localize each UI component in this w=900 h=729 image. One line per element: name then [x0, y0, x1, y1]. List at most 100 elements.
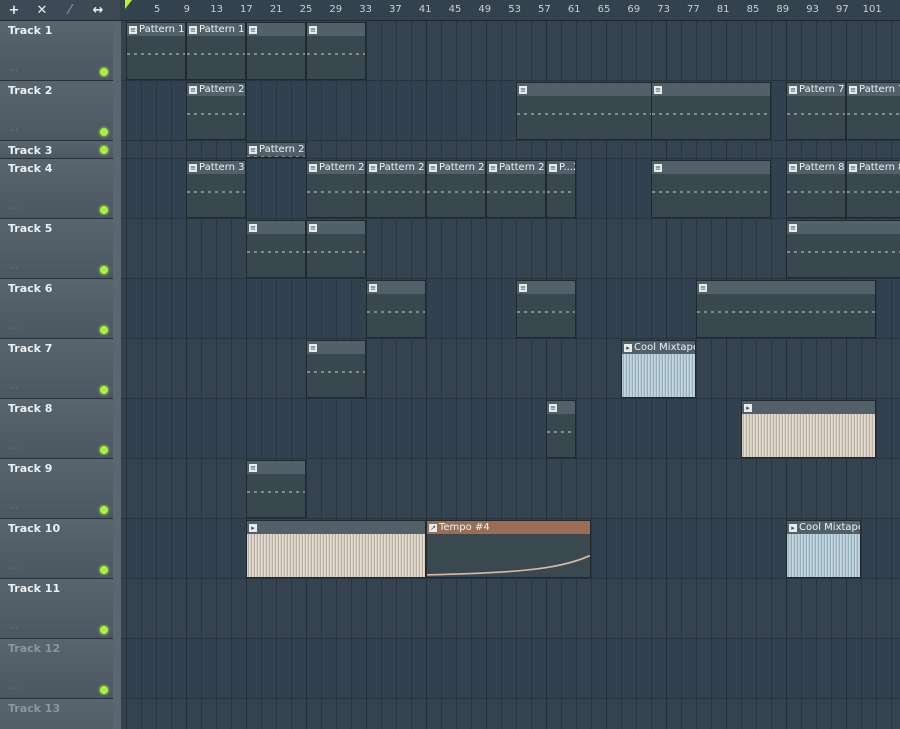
pattern-clip[interactable]: ≡ Pattern 8: [786, 160, 846, 218]
clip-header[interactable]: ≡ Pattern 2: [427, 161, 485, 174]
playhead-marker-icon[interactable]: [125, 0, 132, 9]
track-lane[interactable]: [121, 141, 900, 159]
track-header[interactable]: Track 7 ···: [0, 339, 113, 399]
audio-clip[interactable]: ▸ Cool Mixtape: [621, 340, 696, 398]
track-enable-led-icon[interactable]: [100, 506, 108, 514]
clip-header[interactable]: ≡ Pattern 7: [787, 83, 845, 96]
track-enable-led-icon[interactable]: [100, 68, 108, 76]
clip-header[interactable]: ▸ Cool Mixtape: [622, 341, 695, 354]
clip-header[interactable]: ▸: [247, 521, 425, 534]
clip-header[interactable]: ≡: [307, 221, 365, 234]
clip-header[interactable]: ≡ Pattern 2: [247, 143, 305, 156]
pattern-clip[interactable]: ≡: [246, 220, 306, 278]
pattern-clip[interactable]: ≡: [651, 160, 771, 218]
track-header[interactable]: Track 9 ···: [0, 459, 113, 519]
track-header[interactable]: Track 3: [0, 141, 113, 159]
track-enable-led-icon[interactable]: [100, 326, 108, 334]
pattern-clip[interactable]: ≡ Pattern 1: [186, 22, 246, 80]
pattern-clip[interactable]: ≡ Pattern 8: [846, 160, 900, 218]
clip-header[interactable]: ≡: [652, 83, 770, 96]
clip-header[interactable]: ≡ Pattern 1: [127, 23, 185, 36]
track-lane[interactable]: [121, 339, 900, 399]
track-lane[interactable]: [121, 639, 900, 699]
clip-header[interactable]: ▸ Cool Mixtape: [787, 521, 860, 534]
pattern-clip[interactable]: ≡: [546, 400, 576, 458]
clip-header[interactable]: ≡ Pattern 8: [847, 161, 900, 174]
track-lane[interactable]: [121, 699, 900, 729]
clip-header[interactable]: ≡: [307, 341, 365, 354]
clip-header[interactable]: ▸: [742, 401, 875, 414]
clip-header[interactable]: ≡: [787, 221, 900, 234]
track-header[interactable]: Track 8 ···: [0, 399, 113, 459]
clip-header[interactable]: ≡: [247, 23, 305, 36]
clip-header[interactable]: ≡: [247, 221, 305, 234]
clip-header[interactable]: ≡ Pattern 2: [487, 161, 545, 174]
pattern-clip[interactable]: ≡ Pattern 7: [786, 82, 846, 140]
pattern-clip[interactable]: ≡ Pattern 3: [186, 160, 246, 218]
track-lane[interactable]: [121, 459, 900, 519]
resize-tool-button[interactable]: ↔: [84, 0, 112, 20]
track-header[interactable]: Track 11 ···: [0, 579, 113, 639]
audio-clip[interactable]: ▸: [741, 400, 876, 458]
clip-header[interactable]: ≡ Pattern 2: [187, 83, 245, 96]
delete-tool-button[interactable]: ✕: [28, 0, 56, 20]
clip-header[interactable]: ≡ Pattern 2: [367, 161, 425, 174]
pattern-clip[interactable]: ≡: [516, 280, 576, 338]
pattern-clip[interactable]: ≡: [306, 22, 366, 80]
draw-tool-button[interactable]: ⁄: [56, 0, 84, 20]
track-enable-led-icon[interactable]: [100, 386, 108, 394]
clip-header[interactable]: ≡P...2: [547, 161, 575, 174]
track-enable-led-icon[interactable]: [100, 206, 108, 214]
pattern-clip[interactable]: ≡: [306, 220, 366, 278]
pattern-clip[interactable]: ≡ Pattern 2: [426, 160, 486, 218]
pattern-clip[interactable]: ≡ Pattern 2: [246, 142, 306, 158]
clip-header[interactable]: ≡ Pattern 1: [187, 23, 245, 36]
track-header[interactable]: Track 2 ···: [0, 81, 113, 141]
clip-header[interactable]: ≡: [517, 281, 575, 294]
track-enable-led-icon[interactable]: [100, 626, 108, 634]
pattern-clip[interactable]: ≡ Pattern 2: [366, 160, 426, 218]
timeline-ruler[interactable]: 5 9 13 17 21 25 29 33 37 41 45 49 53 57 61 65 69 73 77 81 85…: [120, 0, 900, 21]
clip-header[interactable]: ≡: [652, 161, 770, 174]
track-enable-led-icon[interactable]: [100, 146, 108, 154]
track-header[interactable]: Track 5 ···: [0, 219, 113, 279]
clip-header[interactable]: ≡: [547, 401, 575, 414]
clip-header[interactable]: ≡: [307, 23, 365, 36]
track-header[interactable]: Track 4 ···: [0, 159, 113, 219]
track-header[interactable]: Track 13···: [0, 699, 113, 729]
track-enable-led-icon[interactable]: [100, 128, 108, 136]
clip-header[interactable]: ↗ Tempo #4: [427, 521, 590, 534]
pattern-clip[interactable]: ≡: [786, 220, 900, 278]
track-header[interactable]: Track 12 ···: [0, 639, 113, 699]
audio-clip[interactable]: ▸ Cool Mixtape: [786, 520, 861, 578]
track-enable-led-icon[interactable]: [100, 446, 108, 454]
pattern-clip[interactable]: ≡: [306, 340, 366, 398]
pattern-clip[interactable]: ≡: [246, 460, 306, 518]
clip-header[interactable]: ≡ Pattern 3: [187, 161, 245, 174]
clip-header[interactable]: ≡ Pattern 8: [787, 161, 845, 174]
clip-header[interactable]: ≡ Pattern 7: [847, 83, 900, 96]
track-header[interactable]: Track 10 ···: [0, 519, 113, 579]
pattern-clip[interactable]: ≡ Pattern 1: [126, 22, 186, 80]
pattern-clip[interactable]: ≡: [366, 280, 426, 338]
pattern-clip[interactable]: ≡: [696, 280, 876, 338]
pattern-clip[interactable]: ≡: [651, 82, 771, 140]
add-track-button[interactable]: +: [0, 0, 28, 20]
clip-header[interactable]: ≡: [697, 281, 875, 294]
track-header[interactable]: Track 1 ···: [0, 21, 113, 81]
pattern-clip[interactable]: ≡ Pattern 2: [306, 160, 366, 218]
track-lane[interactable]: [121, 579, 900, 639]
audio-clip[interactable]: ▸: [246, 520, 426, 578]
track-enable-led-icon[interactable]: [100, 266, 108, 274]
clip-header[interactable]: ≡: [247, 461, 305, 474]
arrangement-grid[interactable]: ≡ Pattern 1 ≡ Pattern 1 ≡ ≡ ≡ Pattern 2 ≡ ≡ ≡ Patte…: [121, 21, 900, 729]
automation-clip[interactable]: ↗ Tempo #4: [426, 520, 591, 578]
pattern-clip[interactable]: ≡P...2: [546, 160, 576, 218]
clip-header[interactable]: ≡: [367, 281, 425, 294]
track-enable-led-icon[interactable]: [100, 686, 108, 694]
pattern-clip[interactable]: ≡ Pattern 2: [486, 160, 546, 218]
clip-header[interactable]: ≡ Pattern 2: [307, 161, 365, 174]
track-lane[interactable]: [121, 219, 900, 279]
track-enable-led-icon[interactable]: [100, 566, 108, 574]
track-header[interactable]: Track 6 ···: [0, 279, 113, 339]
